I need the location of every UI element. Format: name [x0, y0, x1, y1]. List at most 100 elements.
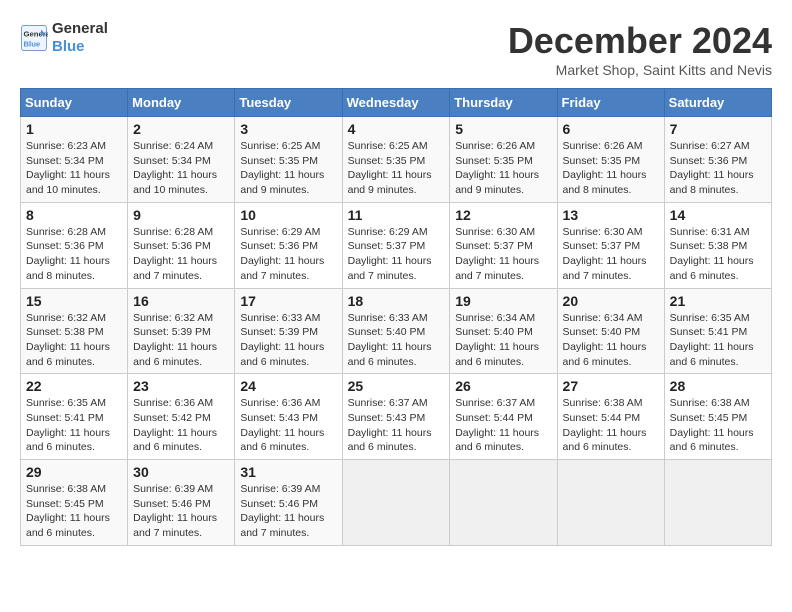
calendar-cell	[450, 460, 557, 546]
day-info: Sunrise: 6:26 AMSunset: 5:35 PMDaylight:…	[563, 139, 659, 198]
day-number: 3	[240, 121, 336, 137]
calendar-cell: 9 Sunrise: 6:28 AMSunset: 5:36 PMDaylight…	[128, 202, 235, 288]
calendar-cell: 7 Sunrise: 6:27 AMSunset: 5:36 PMDaylight…	[664, 117, 771, 203]
day-header-friday: Friday	[557, 89, 664, 117]
day-info: Sunrise: 6:29 AMSunset: 5:37 PMDaylight:…	[348, 225, 445, 284]
logo-icon: General Blue	[20, 24, 48, 52]
day-info: Sunrise: 6:30 AMSunset: 5:37 PMDaylight:…	[563, 225, 659, 284]
day-number: 22	[26, 378, 122, 394]
day-number: 9	[133, 207, 229, 223]
calendar-cell: 18Sunrise: 6:33 AMSunset: 5:40 PMDayligh…	[342, 288, 450, 374]
calendar-cell: 8 Sunrise: 6:28 AMSunset: 5:36 PMDaylight…	[21, 202, 128, 288]
day-info: Sunrise: 6:31 AMSunset: 5:38 PMDaylight:…	[670, 225, 766, 284]
calendar-cell: 26Sunrise: 6:37 AMSunset: 5:44 PMDayligh…	[450, 374, 557, 460]
day-info: Sunrise: 6:32 AMSunset: 5:39 PMDaylight:…	[133, 311, 229, 370]
calendar-cell: 30 Sunrise: 6:39 AMSunset: 5:46 PMDayligh…	[128, 460, 235, 546]
day-info: Sunrise: 6:23 AMSunset: 5:34 PMDaylight:…	[26, 139, 122, 198]
day-number: 4	[348, 121, 445, 137]
day-info: Sunrise: 6:28 AMSunset: 5:36 PMDaylight:…	[133, 225, 229, 284]
calendar-cell: 13 Sunrise: 6:30 AMSunset: 5:37 PMDayligh…	[557, 202, 664, 288]
calendar-cell	[342, 460, 450, 546]
day-info: Sunrise: 6:38 AMSunset: 5:44 PMDaylight:…	[563, 396, 659, 455]
calendar-cell: 27 Sunrise: 6:38 AMSunset: 5:44 PMDayligh…	[557, 374, 664, 460]
day-number: 30	[133, 464, 229, 480]
day-number: 24	[240, 378, 336, 394]
location-subtitle: Market Shop, Saint Kitts and Nevis	[508, 62, 772, 78]
month-title: December 2024	[508, 20, 772, 62]
day-info: Sunrise: 6:27 AMSunset: 5:36 PMDaylight:…	[670, 139, 766, 198]
calendar-cell: 6 Sunrise: 6:26 AMSunset: 5:35 PMDaylight…	[557, 117, 664, 203]
day-info: Sunrise: 6:35 AMSunset: 5:41 PMDaylight:…	[26, 396, 122, 455]
day-info: Sunrise: 6:33 AMSunset: 5:39 PMDaylight:…	[240, 311, 336, 370]
day-info: Sunrise: 6:36 AMSunset: 5:43 PMDaylight:…	[240, 396, 336, 455]
day-number: 17	[240, 293, 336, 309]
calendar-week-2: 8 Sunrise: 6:28 AMSunset: 5:36 PMDaylight…	[21, 202, 772, 288]
day-number: 14	[670, 207, 766, 223]
calendar-table: SundayMondayTuesdayWednesdayThursdayFrid…	[20, 88, 772, 546]
logo: General Blue General Blue	[20, 20, 108, 56]
day-info: Sunrise: 6:30 AMSunset: 5:37 PMDaylight:…	[455, 225, 551, 284]
day-info: Sunrise: 6:28 AMSunset: 5:36 PMDaylight:…	[26, 225, 122, 284]
calendar-week-5: 29 Sunrise: 6:38 AMSunset: 5:45 PMDayligh…	[21, 460, 772, 546]
day-info: Sunrise: 6:34 AMSunset: 5:40 PMDaylight:…	[455, 311, 551, 370]
calendar-cell: 14 Sunrise: 6:31 AMSunset: 5:38 PMDayligh…	[664, 202, 771, 288]
calendar-cell: 4 Sunrise: 6:25 AMSunset: 5:35 PMDaylight…	[342, 117, 450, 203]
calendar-cell: 10Sunrise: 6:29 AMSunset: 5:36 PMDayligh…	[235, 202, 342, 288]
calendar-cell: 21 Sunrise: 6:35 AMSunset: 5:41 PMDayligh…	[664, 288, 771, 374]
day-number: 26	[455, 378, 551, 394]
day-info: Sunrise: 6:38 AMSunset: 5:45 PMDaylight:…	[26, 482, 122, 541]
day-number: 19	[455, 293, 551, 309]
calendar-cell: 2Sunrise: 6:24 AMSunset: 5:34 PMDaylight…	[128, 117, 235, 203]
day-number: 1	[26, 121, 122, 137]
calendar-cell: 28Sunrise: 6:38 AMSunset: 5:45 PMDayligh…	[664, 374, 771, 460]
calendar-cell: 24 Sunrise: 6:36 AMSunset: 5:43 PMDayligh…	[235, 374, 342, 460]
day-header-monday: Monday	[128, 89, 235, 117]
calendar-week-1: 1 Sunrise: 6:23 AMSunset: 5:34 PMDaylight…	[21, 117, 772, 203]
calendar-header-row: SundayMondayTuesdayWednesdayThursdayFrid…	[21, 89, 772, 117]
day-info: Sunrise: 6:39 AMSunset: 5:46 PMDaylight:…	[133, 482, 229, 541]
calendar-cell: 15Sunrise: 6:32 AMSunset: 5:38 PMDayligh…	[21, 288, 128, 374]
calendar-week-4: 22 Sunrise: 6:35 AMSunset: 5:41 PMDayligh…	[21, 374, 772, 460]
day-info: Sunrise: 6:26 AMSunset: 5:35 PMDaylight:…	[455, 139, 551, 198]
day-number: 8	[26, 207, 122, 223]
day-number: 28	[670, 378, 766, 394]
day-info: Sunrise: 6:33 AMSunset: 5:40 PMDaylight:…	[348, 311, 445, 370]
day-number: 10	[240, 207, 336, 223]
day-number: 29	[26, 464, 122, 480]
day-info: Sunrise: 6:25 AMSunset: 5:35 PMDaylight:…	[348, 139, 445, 198]
day-info: Sunrise: 6:39 AMSunset: 5:46 PMDaylight:…	[240, 482, 336, 541]
day-number: 7	[670, 121, 766, 137]
calendar-cell: 1 Sunrise: 6:23 AMSunset: 5:34 PMDaylight…	[21, 117, 128, 203]
day-header-wednesday: Wednesday	[342, 89, 450, 117]
calendar-cell: 22 Sunrise: 6:35 AMSunset: 5:41 PMDayligh…	[21, 374, 128, 460]
day-number: 6	[563, 121, 659, 137]
day-info: Sunrise: 6:25 AMSunset: 5:35 PMDaylight:…	[240, 139, 336, 198]
calendar-cell: 31Sunrise: 6:39 AMSunset: 5:46 PMDayligh…	[235, 460, 342, 546]
day-number: 20	[563, 293, 659, 309]
title-area: December 2024 Market Shop, Saint Kitts a…	[508, 20, 772, 78]
calendar-cell: 19 Sunrise: 6:34 AMSunset: 5:40 PMDayligh…	[450, 288, 557, 374]
day-number: 25	[348, 378, 445, 394]
day-header-thursday: Thursday	[450, 89, 557, 117]
calendar-cell: 11 Sunrise: 6:29 AMSunset: 5:37 PMDayligh…	[342, 202, 450, 288]
day-number: 5	[455, 121, 551, 137]
day-number: 27	[563, 378, 659, 394]
calendar-cell	[557, 460, 664, 546]
day-number: 21	[670, 293, 766, 309]
calendar-cell: 12 Sunrise: 6:30 AMSunset: 5:37 PMDayligh…	[450, 202, 557, 288]
day-number: 11	[348, 207, 445, 223]
day-info: Sunrise: 6:37 AMSunset: 5:43 PMDaylight:…	[348, 396, 445, 455]
day-info: Sunrise: 6:35 AMSunset: 5:41 PMDaylight:…	[670, 311, 766, 370]
page-header: General Blue General Blue December 2024 …	[20, 20, 772, 78]
day-info: Sunrise: 6:36 AMSunset: 5:42 PMDaylight:…	[133, 396, 229, 455]
calendar-cell: 17 Sunrise: 6:33 AMSunset: 5:39 PMDayligh…	[235, 288, 342, 374]
day-info: Sunrise: 6:24 AMSunset: 5:34 PMDaylight:…	[133, 139, 229, 198]
day-info: Sunrise: 6:34 AMSunset: 5:40 PMDaylight:…	[563, 311, 659, 370]
day-header-saturday: Saturday	[664, 89, 771, 117]
logo-text-blue: Blue	[52, 38, 108, 56]
day-number: 16	[133, 293, 229, 309]
day-number: 13	[563, 207, 659, 223]
day-number: 12	[455, 207, 551, 223]
calendar-cell: 23Sunrise: 6:36 AMSunset: 5:42 PMDayligh…	[128, 374, 235, 460]
calendar-cell: 25 Sunrise: 6:37 AMSunset: 5:43 PMDayligh…	[342, 374, 450, 460]
